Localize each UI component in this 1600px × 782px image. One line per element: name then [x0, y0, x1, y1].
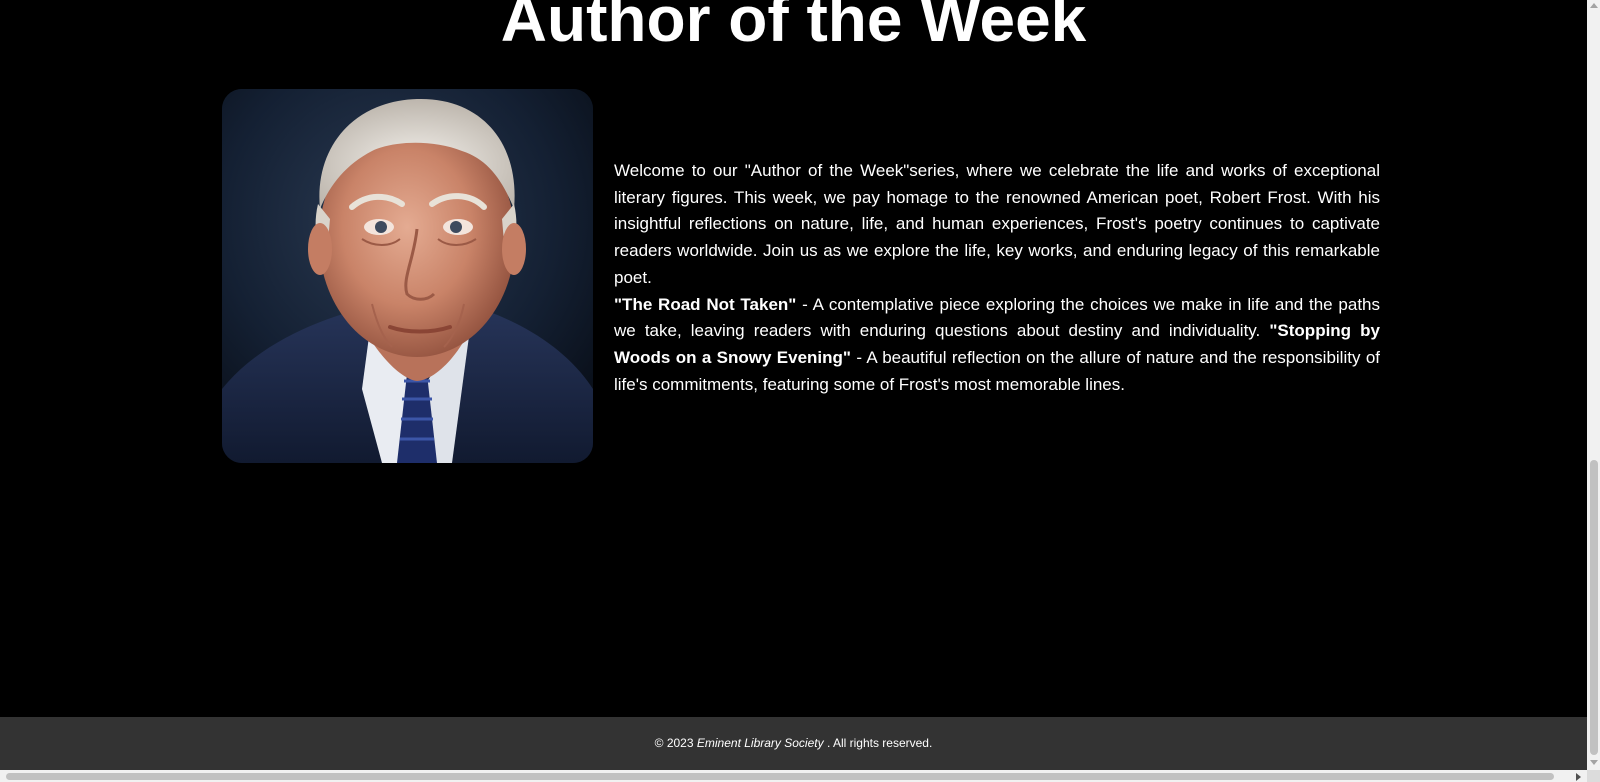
work-title: "The Road Not Taken": [614, 294, 797, 314]
author-description: Welcome to our "Author of the Week"serie…: [614, 158, 1380, 398]
scroll-down-icon[interactable]: [1590, 760, 1598, 765]
page-viewport: Author of the Week Welcome to our "Autho…: [0, 0, 1587, 770]
scroll-right-icon[interactable]: [1576, 773, 1581, 781]
vertical-scrollbar-thumb[interactable]: [1590, 460, 1598, 755]
footer-organization: Eminent Library Society: [696, 736, 824, 750]
footer-copyright: © 2023: [654, 736, 697, 750]
vertical-scrollbar[interactable]: [1587, 0, 1600, 770]
author-portrait: [222, 89, 593, 463]
page-title: Author of the Week: [500, 0, 1087, 55]
scrollbar-corner: [1587, 770, 1600, 782]
footer: © 2023 Eminent Library Society . All rig…: [0, 717, 1587, 770]
intro-paragraph: Welcome to our "Author of the Week"serie…: [614, 161, 1380, 287]
works-paragraph: "The Road Not Taken" - A contemplative p…: [614, 292, 1380, 399]
footer-rights: . All rights reserved.: [823, 736, 933, 750]
horizontal-scrollbar[interactable]: [0, 770, 1587, 782]
scroll-up-icon[interactable]: [1590, 3, 1598, 8]
horizontal-scrollbar-thumb[interactable]: [6, 773, 1554, 780]
